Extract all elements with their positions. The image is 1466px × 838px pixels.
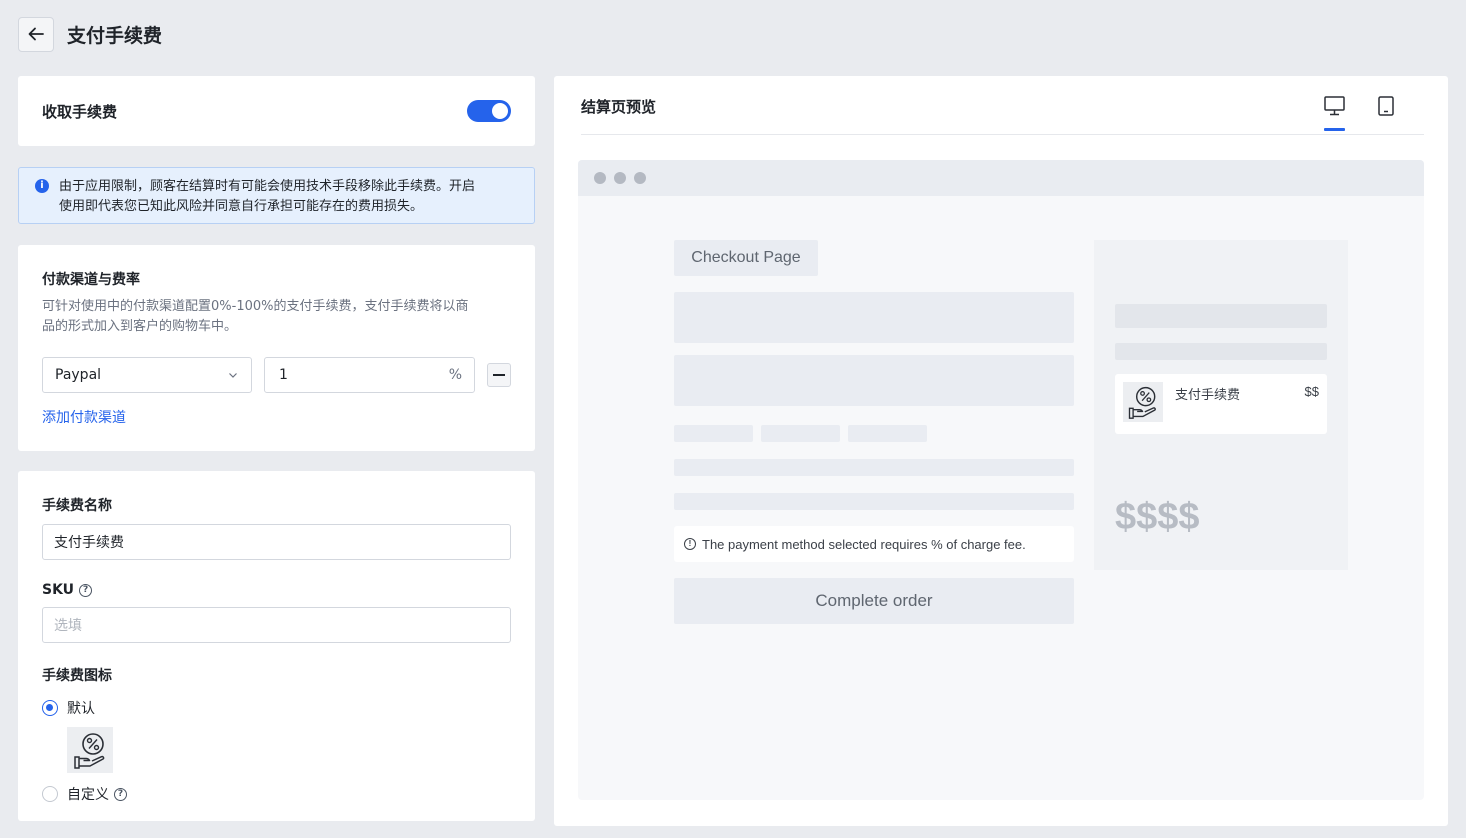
fee-item-icon [1123, 382, 1163, 422]
rate-value: 1 [279, 367, 288, 383]
radio-selected[interactable] [42, 700, 58, 716]
preview-title: 结算页预览 [581, 97, 657, 116]
sku-label-text: SKU [42, 582, 75, 598]
notice-line-1: 由于应用限制，顾客在结算时有可能会使用技术手段移除此手续费。开启 [59, 179, 476, 194]
remove-channel-button[interactable] [487, 363, 511, 387]
order-summary: 支付手续费 $$ $$$$ [1094, 240, 1348, 570]
skeleton-block [674, 292, 1074, 343]
fee-item-name: 支付手续费 [1175, 388, 1241, 403]
fee-name-label: 手续费名称 [42, 495, 511, 515]
window-dot [634, 172, 646, 184]
radio-unselected[interactable] [42, 786, 58, 802]
channel-select-value: Paypal [55, 367, 102, 383]
desktop-icon [1324, 96, 1345, 116]
desktop-view-button[interactable] [1324, 96, 1345, 120]
minus-icon [493, 374, 505, 376]
rate-unit: % [448, 367, 462, 383]
complete-order-button[interactable]: Complete order [674, 578, 1074, 624]
fee-settings-card: 手续费名称 支付手续费 SKU ? 选填 手续费图标 默认 自定义 ? [18, 471, 535, 821]
notice-line-2: 使用即代表您已知此风险并同意自行承担可能存在的费用损失。 [59, 199, 424, 214]
hand-percent-icon [1128, 386, 1156, 419]
fee-notice-text: The payment method selected requires % o… [702, 536, 1026, 552]
skeleton-block [674, 355, 1074, 406]
skeleton-line [1115, 304, 1327, 328]
browser-mockup: Checkout Page ! The payment method selec… [578, 160, 1424, 800]
fee-icon-label-text: 手续费图标 [42, 668, 112, 684]
sku-input[interactable]: 选填 [42, 607, 511, 643]
fee-toggle-label: 收取手续费 [42, 102, 118, 121]
icon-option-default-label: 默认 [67, 701, 95, 717]
alert-icon: ! [684, 538, 696, 550]
channel-section-title: 付款渠道与费率 [42, 272, 140, 288]
fee-toggle-switch[interactable] [467, 100, 511, 122]
skeleton-line [1115, 343, 1327, 360]
help-icon[interactable]: ? [114, 787, 127, 801]
notice-text: 由于应用限制，顾客在结算时有可能会使用技术手段移除此手续费。开启 使用即代表您已… [59, 177, 475, 223]
checkout-preview-card: 结算页预览 Checkout Page ! The payment method… [554, 76, 1448, 826]
fee-line-item: 支付手续费 $$ [1115, 374, 1327, 434]
window-dot [594, 172, 606, 184]
skeleton-chip [761, 425, 840, 442]
page-header: 支付手续费 [18, 16, 162, 52]
fee-name-input[interactable]: 支付手续费 [42, 524, 511, 560]
info-notice: i 由于应用限制，顾客在结算时有可能会使用技术手段移除此手续费。开启 使用即代表… [18, 167, 535, 224]
skeleton-chip [674, 425, 753, 442]
device-tab-indicator [1324, 128, 1345, 131]
back-button[interactable] [18, 16, 54, 52]
default-fee-icon [67, 727, 113, 773]
hand-percent-icon [74, 733, 105, 769]
tablet-view-button[interactable] [1378, 96, 1394, 120]
browser-bar [578, 160, 1424, 196]
sku-label: SKU ? [42, 582, 511, 598]
add-channel-link[interactable]: 添加付款渠道 [42, 407, 126, 427]
channel-desc-line-2: 品的形式加入到客户的购物车中。 [42, 319, 238, 334]
channel-select[interactable]: Paypal [42, 357, 252, 393]
channel-row: Paypal 1 % [42, 357, 511, 393]
chevron-down-icon [229, 373, 237, 378]
skeleton-chip [848, 425, 927, 442]
icon-option-custom[interactable]: 自定义 ? [42, 784, 511, 804]
fee-name-label-text: 手续费名称 [42, 498, 112, 514]
window-dot [614, 172, 626, 184]
fee-notice-banner: ! The payment method selected requires %… [674, 526, 1074, 562]
icon-option-default[interactable]: 默认 [42, 698, 511, 718]
fee-icon-label: 手续费图标 [42, 665, 511, 685]
payment-channel-card: 付款渠道与费率 可针对使用中的付款渠道配置0%-100%的支付手续费，支付手续费… [18, 245, 535, 451]
channel-desc-line-1: 可针对使用中的付款渠道配置0%-100%的支付手续费，支付手续费将以商 [42, 299, 469, 314]
page-title: 支付手续费 [67, 24, 163, 47]
preview-header: 结算页预览 [581, 76, 1424, 135]
arrow-left-icon [28, 27, 44, 41]
order-total: $$$$ [1115, 496, 1200, 538]
help-icon[interactable]: ? [79, 583, 93, 597]
fee-toggle-card: 收取手续费 [18, 76, 535, 146]
channel-section-desc: 可针对使用中的付款渠道配置0%-100%的支付手续费，支付手续费将以商 品的形式… [42, 297, 511, 337]
rate-input[interactable]: 1 % [264, 357, 475, 393]
icon-option-custom-label: 自定义 [67, 787, 109, 803]
skeleton-line [674, 493, 1074, 510]
checkout-page-label: Checkout Page [674, 240, 818, 276]
tablet-icon [1378, 96, 1394, 116]
skeleton-line [674, 459, 1074, 476]
fee-item-price: $$ [1304, 384, 1319, 399]
info-icon: i [35, 179, 49, 193]
